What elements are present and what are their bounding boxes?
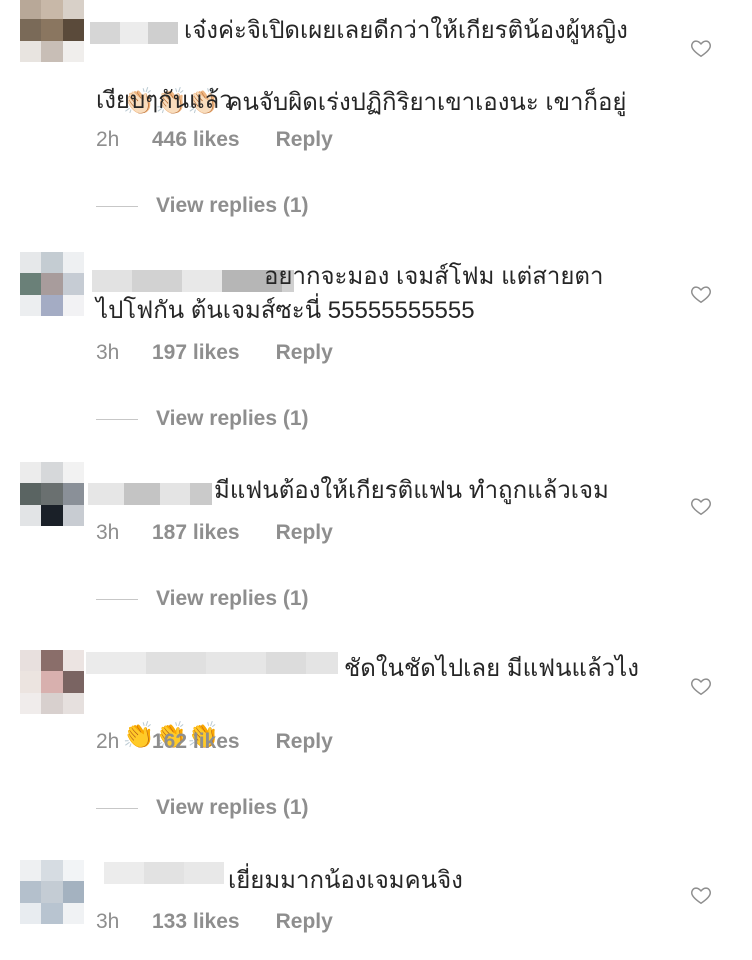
comment-text: อยากจะมอง เจมส์โฟม แต่สายตา bbox=[264, 263, 604, 290]
timestamp: 2h bbox=[96, 128, 120, 151]
reply-button[interactable]: Reply bbox=[276, 128, 333, 152]
likes-count[interactable]: 446 likes bbox=[152, 128, 240, 152]
heart-outline-icon[interactable] bbox=[690, 37, 712, 59]
timestamp: 2h bbox=[96, 730, 120, 753]
avatar[interactable] bbox=[20, 650, 84, 714]
heart-outline-icon[interactable] bbox=[690, 495, 712, 517]
comment-text: มีแฟนต้องให้เกียรติแฟน ทำถูกแล้วเจม bbox=[214, 477, 609, 504]
heart-outline-icon[interactable] bbox=[690, 884, 712, 906]
timestamp: 3h bbox=[96, 521, 120, 544]
heart-outline-icon[interactable] bbox=[690, 675, 712, 697]
timestamp: 3h bbox=[96, 910, 120, 933]
view-replies-button[interactable]: View replies (1) bbox=[96, 194, 309, 218]
heart-outline-icon[interactable] bbox=[690, 283, 712, 305]
username-blurred[interactable] bbox=[90, 22, 178, 44]
view-replies-button[interactable]: View replies (1) bbox=[96, 796, 309, 820]
comment-meta: 3h 197 likes Reply bbox=[96, 341, 333, 365]
reply-button[interactable]: Reply bbox=[276, 341, 333, 365]
divider-line bbox=[96, 205, 138, 207]
comment-meta: 2h 446 likes Reply bbox=[96, 128, 333, 152]
reply-button[interactable]: Reply bbox=[276, 730, 333, 754]
avatar[interactable] bbox=[20, 860, 84, 924]
comment-text: เจ๋งค่ะจิเปิดเผยเลยดีกว่าให้เกียรติน้องผ… bbox=[184, 17, 628, 44]
divider-line bbox=[96, 807, 138, 809]
username-blurred[interactable] bbox=[88, 483, 212, 505]
comment-meta: 3h 187 likes Reply bbox=[96, 521, 333, 545]
view-replies-button[interactable]: View replies (1) bbox=[96, 587, 309, 611]
likes-count[interactable]: 197 likes bbox=[152, 341, 240, 365]
timestamp: 3h bbox=[96, 341, 120, 364]
comment-text: ชัดในชัดไปเลย มีแฟนแล้วไง bbox=[344, 655, 639, 682]
username-blurred[interactable] bbox=[86, 652, 338, 674]
avatar[interactable] bbox=[20, 462, 84, 526]
likes-count[interactable]: 133 likes bbox=[152, 910, 240, 934]
comment-meta: 3h 133 likes Reply bbox=[96, 910, 333, 934]
view-replies-button[interactable]: View replies (1) bbox=[96, 407, 309, 431]
comment-text: ไปโฟกัน ต้นเจมส์ซะนี่ 55555555555 bbox=[96, 297, 475, 324]
reply-button[interactable]: Reply bbox=[276, 521, 333, 545]
likes-count[interactable]: 187 likes bbox=[152, 521, 240, 545]
divider-line bbox=[96, 598, 138, 600]
comment-meta: 2h 162 likes Reply bbox=[96, 730, 333, 754]
avatar[interactable] bbox=[20, 252, 84, 316]
likes-count[interactable]: 162 likes bbox=[152, 730, 240, 754]
comment-text: เงียบๆกันแล้ว bbox=[96, 87, 233, 114]
divider-line bbox=[96, 418, 138, 420]
username-blurred[interactable] bbox=[104, 862, 224, 884]
comment-text: เยี่ยมมากน้องเจมคนจิง bbox=[228, 867, 463, 894]
reply-button[interactable]: Reply bbox=[276, 910, 333, 934]
avatar[interactable] bbox=[20, 0, 84, 62]
